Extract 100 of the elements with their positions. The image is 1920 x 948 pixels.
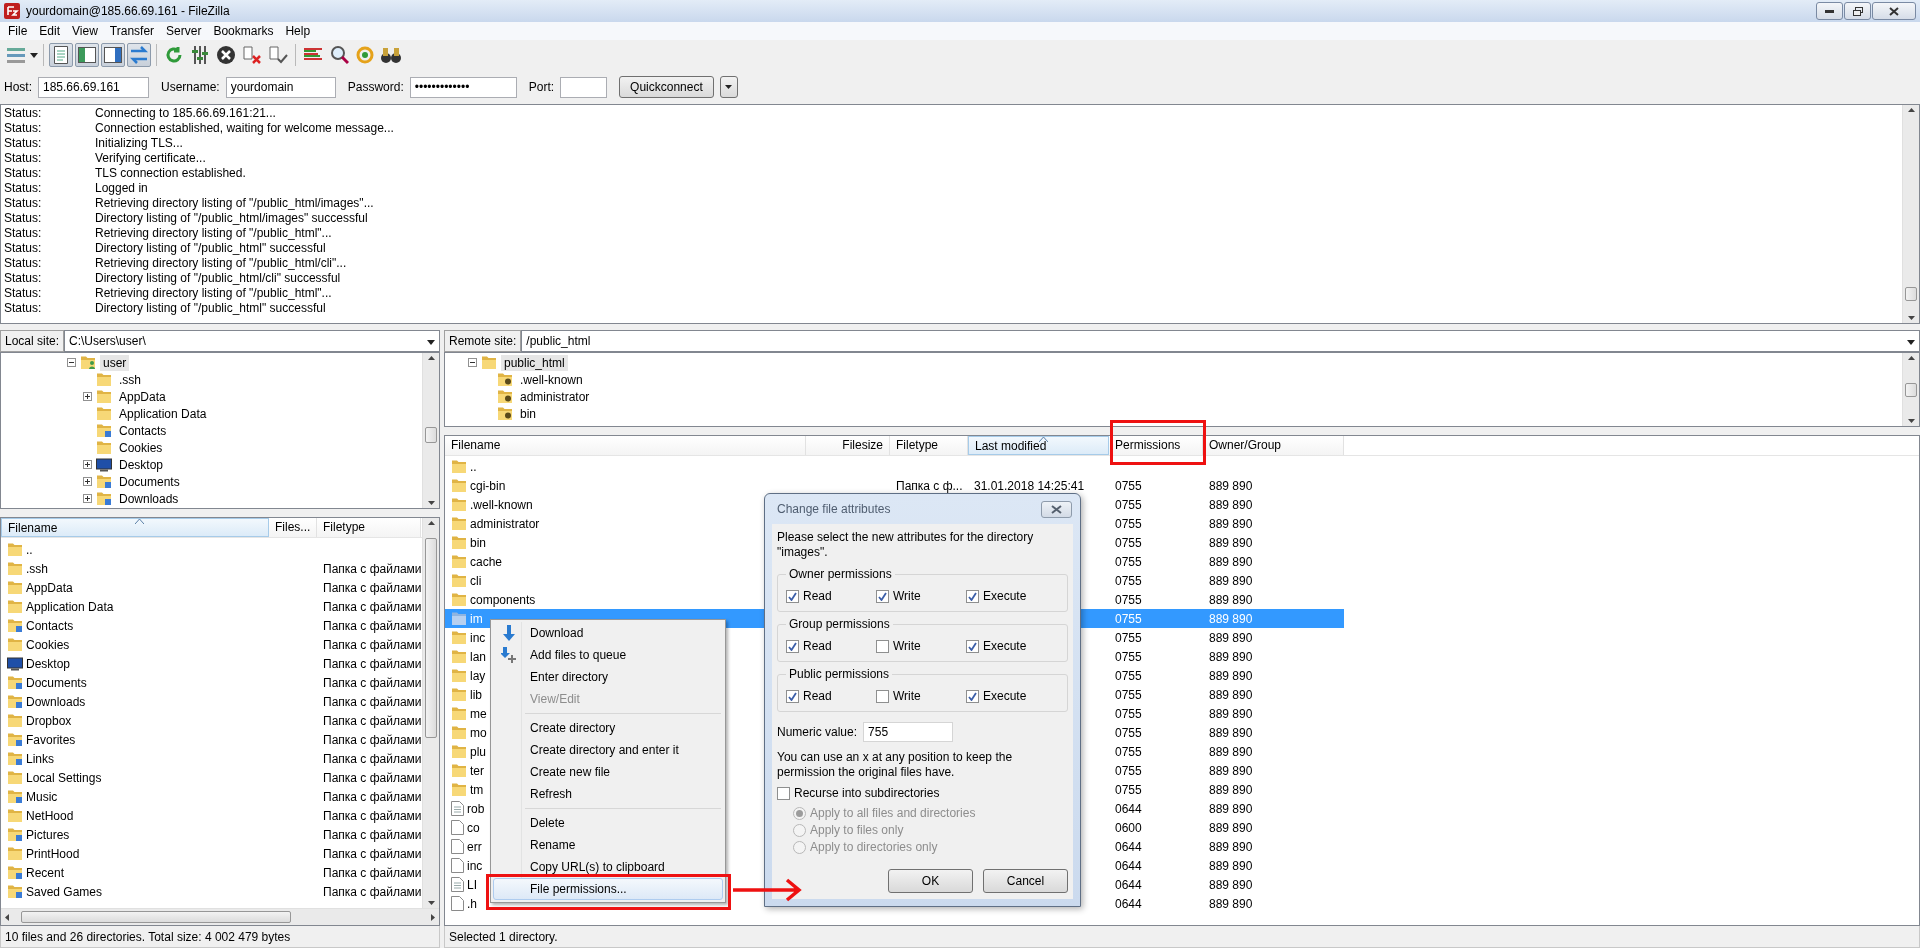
entry-name[interactable]: cli: [470, 573, 482, 588]
checkbox[interactable]: [786, 689, 799, 703]
scroll-up-icon[interactable]: [427, 521, 435, 525]
dropdown-button[interactable]: [719, 76, 738, 98]
entry-name[interactable]: .h: [467, 896, 477, 911]
entry-name[interactable]: NetHood: [26, 808, 74, 823]
scrollbar-thumb[interactable]: [1905, 287, 1917, 301]
input-field[interactable]: yourdomain: [225, 76, 336, 98]
quickconnect-button[interactable]: Quickconnect: [619, 76, 714, 98]
tree-item[interactable]: Cookies: [116, 439, 166, 456]
tree-item[interactable]: Desktop: [116, 456, 167, 473]
entry-name[interactable]: cgi-bin: [470, 478, 506, 493]
scroll-left-icon[interactable]: [5, 913, 9, 921]
menu-item[interactable]: Edit: [33, 22, 67, 40]
checkbox[interactable]: [966, 639, 979, 653]
entry-name[interactable]: Music: [26, 789, 58, 804]
scrollbar-thumb[interactable]: [1905, 383, 1917, 397]
tree-item[interactable]: AppData: [116, 388, 169, 405]
scroll-right-icon[interactable]: [431, 913, 435, 921]
tree-toggle[interactable]: [83, 494, 92, 503]
entry-name[interactable]: Application Data: [26, 599, 114, 614]
tree-toggle[interactable]: [83, 477, 92, 486]
input-field[interactable]: 755: [863, 722, 954, 742]
entry-name[interactable]: err: [467, 839, 482, 854]
tree-item[interactable]: administrator: [517, 388, 593, 405]
scroll-down-icon[interactable]: [427, 901, 435, 905]
checkbox[interactable]: [876, 589, 889, 603]
entry-name[interactable]: Local Settings: [26, 770, 102, 785]
entry-name[interactable]: ter: [470, 763, 484, 778]
close-button[interactable]: [1041, 500, 1072, 518]
menu-item[interactable]: Rename: [493, 834, 723, 856]
tree-toggle[interactable]: [83, 460, 92, 469]
menu-item[interactable]: Create new file: [493, 761, 723, 783]
entry-name[interactable]: tm: [470, 782, 484, 797]
menu-item[interactable]: Create directory: [493, 717, 723, 739]
entry-name[interactable]: mo: [470, 725, 487, 740]
menu-item[interactable]: Server: [160, 22, 208, 40]
entry-name[interactable]: Saved Games: [26, 884, 103, 899]
menu-item[interactable]: Refresh: [493, 783, 723, 805]
entry-name[interactable]: Documents: [26, 675, 87, 690]
scrollbar[interactable]: [1, 908, 439, 925]
tree-toggle[interactable]: [67, 358, 76, 367]
scrollbar[interactable]: [1902, 105, 1919, 323]
entry-name[interactable]: Recent: [26, 865, 65, 880]
menu-item[interactable]: File permissions...: [493, 878, 723, 900]
scroll-up-icon[interactable]: [427, 356, 435, 360]
menu-item[interactable]: Delete: [493, 812, 723, 834]
menu-item[interactable]: Add files to queue: [493, 644, 723, 666]
close-button[interactable]: [1872, 2, 1916, 20]
entry-name[interactable]: rob: [467, 801, 485, 816]
tree-item[interactable]: public_html: [501, 354, 568, 371]
column-header[interactable]: Filetype: [317, 518, 421, 537]
entry-name[interactable]: Contacts: [26, 618, 74, 633]
entry-name[interactable]: ..: [26, 542, 33, 557]
transfer-queue-button[interactable]: [127, 43, 151, 67]
remote-tree-button[interactable]: [101, 43, 125, 67]
entry-name[interactable]: Downloads: [26, 694, 86, 709]
input-field[interactable]: •••••••••••••: [409, 76, 517, 98]
cancel-button[interactable]: Cancel: [983, 869, 1068, 893]
column-header[interactable]: Last modified: [968, 436, 1109, 455]
checkbox[interactable]: [777, 786, 790, 800]
menu-item[interactable]: Create directory and enter it: [493, 739, 723, 761]
column-header[interactable]: Filetype: [890, 436, 968, 455]
scroll-down-icon[interactable]: [1907, 419, 1915, 423]
menu-item[interactable]: Download: [493, 622, 723, 644]
entry-name[interactable]: components: [470, 592, 536, 607]
tree-item[interactable]: .well-known: [517, 371, 586, 388]
cancel-button[interactable]: [214, 43, 238, 67]
scrollbar-thumb[interactable]: [425, 427, 437, 443]
entry-name[interactable]: ..: [470, 459, 477, 474]
column-header[interactable]: Permissions: [1109, 436, 1203, 455]
entry-name[interactable]: inc: [467, 858, 483, 873]
column-header[interactable]: Filename: [1, 518, 269, 537]
checkbox[interactable]: [876, 639, 889, 653]
input-field[interactable]: 185.66.69.161: [38, 76, 149, 98]
menu-item[interactable]: File: [2, 22, 34, 40]
caret-icon[interactable]: [427, 340, 435, 345]
scroll-down-icon[interactable]: [1907, 316, 1915, 320]
entry-name[interactable]: Pictures: [26, 827, 70, 842]
entry-name[interactable]: co: [467, 820, 480, 835]
column-header[interactable]: Owner/Group: [1203, 436, 1344, 455]
checkbox[interactable]: [966, 689, 979, 703]
menu-item[interactable]: Bookmarks: [207, 22, 280, 40]
scrollbar[interactable]: [1902, 353, 1919, 426]
menu-item[interactable]: Help: [279, 22, 317, 40]
tree-toggle[interactable]: [468, 358, 477, 367]
entry-name[interactable]: Favorites: [26, 732, 76, 747]
tree-item[interactable]: Documents: [116, 473, 183, 490]
menu-item[interactable]: Enter directory: [493, 666, 723, 688]
entry-name[interactable]: bin: [470, 535, 486, 550]
menu-item[interactable]: Copy URL(s) to clipboard: [493, 856, 723, 878]
tree-toggle[interactable]: [83, 392, 92, 401]
column-header[interactable]: Filesize: [806, 436, 890, 455]
message-log-button[interactable]: [49, 43, 73, 67]
scrollbar-thumb[interactable]: [21, 911, 291, 923]
entry-name[interactable]: lay: [470, 668, 486, 683]
path-combobox[interactable]: /public_html: [521, 330, 1920, 352]
tree-item[interactable]: .ssh: [116, 371, 144, 388]
ok-button[interactable]: OK: [888, 869, 973, 893]
entry-name[interactable]: AppData: [26, 580, 73, 595]
